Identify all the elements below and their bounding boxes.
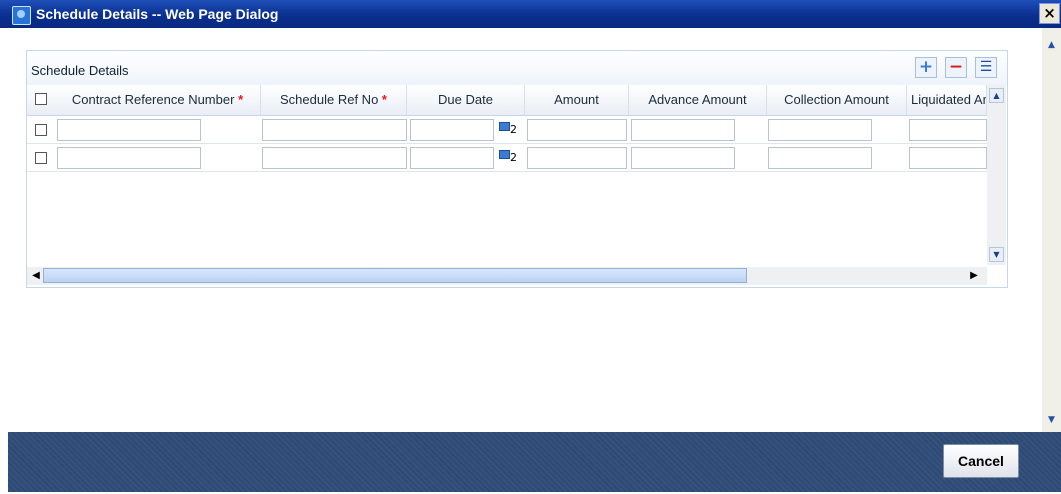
column-header-label: Advance Amount [648, 92, 747, 107]
column-header-contract-reference-number[interactable]: Contract Reference Number * [55, 85, 261, 115]
table-row: 2 [27, 144, 987, 172]
schedule-ref-no-input[interactable] [262, 147, 407, 169]
schedule-details-panel: Schedule Details + − ☰ Contract Referenc… [26, 50, 1008, 288]
grid-scroll-left-icon[interactable]: ◀ [29, 269, 43, 283]
single-view-button[interactable]: ☰ [975, 57, 997, 78]
schedule-ref-no-input[interactable] [262, 119, 407, 141]
collection-amount-input[interactable] [768, 119, 872, 141]
grid-scroll-right-icon[interactable]: ▶ [967, 269, 981, 283]
advance-amount-input[interactable] [631, 119, 735, 141]
grid-horizontal-scrollbar[interactable]: ◀ ▶ [27, 267, 987, 285]
column-header-label: Liquidated Amount [911, 92, 986, 107]
window-close-button[interactable]: × [1039, 3, 1060, 24]
due-date-input[interactable] [410, 147, 494, 169]
grid-scroll-down-icon[interactable]: ▼ [989, 247, 1004, 262]
dialog-title-bar[interactable]: Schedule Details -- Web Page Dialog × [0, 0, 1061, 28]
page-scroll-up-icon[interactable]: ▲ [1044, 38, 1059, 53]
grid-header-row: Contract Reference Number * Schedule Ref… [27, 85, 987, 116]
required-marker: * [238, 92, 244, 107]
contract-reference-number-input[interactable] [57, 147, 201, 169]
required-marker: * [381, 92, 387, 107]
contract-reference-number-input[interactable] [57, 119, 201, 141]
list-view-icon: ☰ [979, 59, 993, 75]
panel-header: Schedule Details + − ☰ [27, 51, 1007, 85]
grid-horizontal-scroll-thumb[interactable] [43, 268, 747, 283]
add-row-button[interactable]: + [915, 57, 937, 78]
column-header-liquidated-amount[interactable]: Liquidated Amount [907, 85, 987, 115]
column-header-label: Due Date [438, 92, 493, 107]
column-header-due-date[interactable]: Due Date [407, 85, 525, 115]
page-vertical-scrollbar[interactable]: ▲ ▼ [1042, 28, 1061, 432]
column-header-advance-amount[interactable]: Advance Amount [629, 85, 767, 115]
column-header-collection-amount[interactable]: Collection Amount [767, 85, 907, 115]
grid-scroll-up-icon[interactable]: ▲ [989, 88, 1004, 103]
liquidated-amount-input[interactable] [909, 147, 987, 169]
dialog-title: Schedule Details -- Web Page Dialog [36, 6, 279, 22]
row-select-checkbox[interactable] [35, 124, 47, 136]
dialog-footer: Cancel [8, 432, 1061, 492]
select-all-checkbox[interactable] [35, 93, 47, 105]
collection-amount-input[interactable] [768, 147, 872, 169]
column-header-label: Collection Amount [784, 92, 889, 107]
calendar-icon[interactable]: 2 [497, 148, 517, 166]
table-row: 2 [27, 116, 987, 144]
delete-row-button[interactable]: − [945, 57, 967, 78]
grid-vertical-scrollbar[interactable]: ▲ ▼ [987, 85, 1006, 265]
column-header-label: Schedule Ref No [280, 92, 379, 107]
row-select-checkbox[interactable] [35, 152, 47, 164]
advance-amount-input[interactable] [631, 147, 735, 169]
column-header-schedule-ref-no[interactable]: Schedule Ref No * [261, 85, 407, 115]
panel-title: Schedule Details [31, 63, 129, 78]
calendar-icon[interactable]: 2 [497, 120, 517, 138]
column-header-label: Amount [554, 92, 599, 107]
ie-page-icon [12, 6, 31, 25]
column-header-amount[interactable]: Amount [525, 85, 629, 115]
column-header-label: Contract Reference Number [71, 92, 235, 107]
amount-input[interactable] [527, 147, 627, 169]
liquidated-amount-input[interactable] [909, 119, 987, 141]
due-date-input[interactable] [410, 119, 494, 141]
plus-icon: + [918, 57, 934, 77]
amount-input[interactable] [527, 119, 627, 141]
cancel-button[interactable]: Cancel [943, 444, 1019, 478]
minus-icon: − [948, 57, 964, 77]
page-scroll-down-icon[interactable]: ▼ [1044, 413, 1059, 428]
